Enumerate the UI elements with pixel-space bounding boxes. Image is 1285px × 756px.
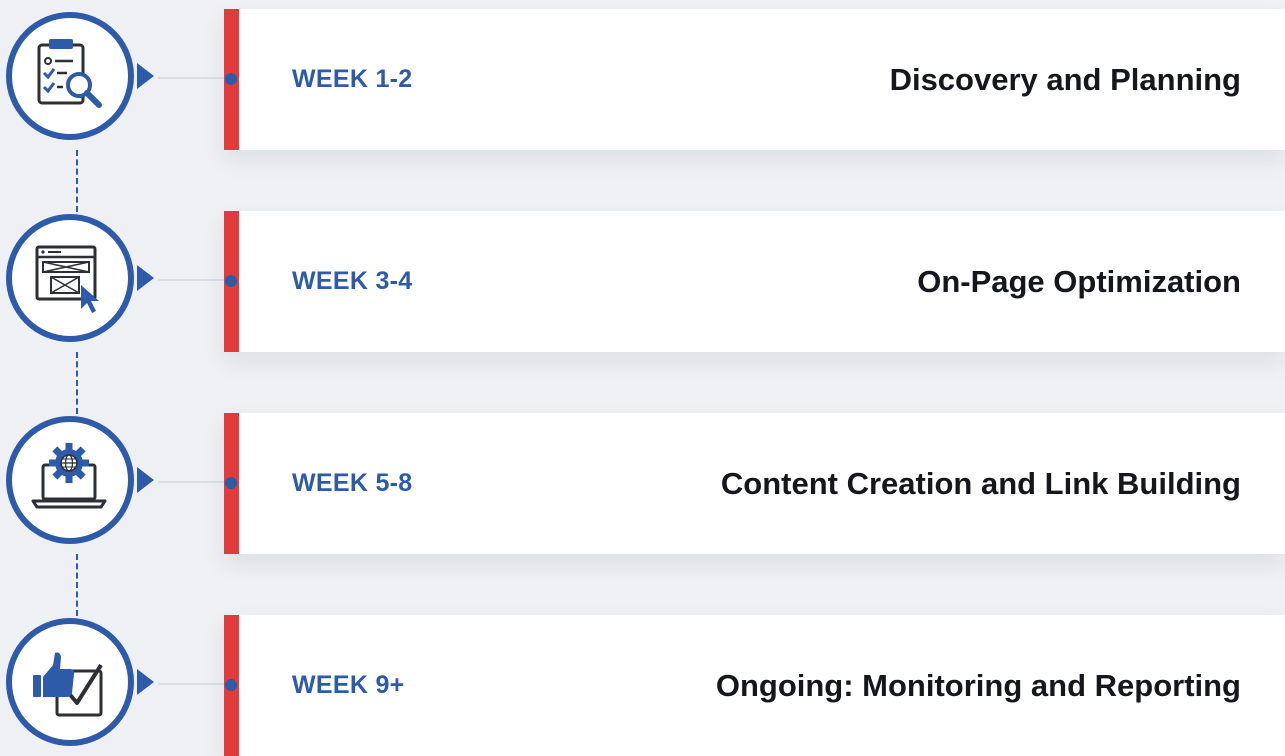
phase-title: On-Page Optimization [917,264,1241,299]
card-dot [225,73,237,85]
step-pointer [137,669,154,695]
step-icon-circle [6,12,134,140]
thumbs-up-checkbox-icon [33,652,103,717]
timeline-step-2: WEEK 3-4 On-Page Optimization [0,211,1285,352]
phase-title: Ongoing: Monitoring and Reporting [715,668,1241,703]
step-icon-circle [6,214,134,342]
step-link-line [158,683,224,685]
week-label: WEEK 1-2 [292,65,413,93]
seo-timeline: WEEK 1-2 Discovery and Planning WEEK 3-4… [0,0,1285,756]
timeline-step-4: WEEK 9+ Ongoing: Monitoring and Reportin… [0,615,1285,756]
card-dot [225,679,237,691]
webpage-cursor-icon [35,245,99,313]
step-pointer [137,63,154,89]
step-icon-circle [6,416,134,544]
phase-title: Discovery and Planning [889,62,1241,97]
clipboard-search-icon [37,39,102,108]
card-dot [225,477,237,489]
week-label: WEEK 9+ [292,671,405,699]
step-link-line [158,77,224,79]
timeline-step-3: WEEK 5-8 Content Creation and Link Build… [0,413,1285,554]
step-card: WEEK 9+ Ongoing: Monitoring and Reportin… [224,615,1285,756]
step-card: WEEK 1-2 Discovery and Planning [224,9,1285,150]
timeline-connector [76,150,78,212]
laptop-gear-globe-icon [31,443,107,509]
step-icon-circle [6,618,134,746]
step-pointer [137,265,154,291]
timeline-connector [76,352,78,414]
step-link-line [158,481,224,483]
step-pointer [137,467,154,493]
card-dot [225,275,237,287]
step-card: WEEK 5-8 Content Creation and Link Build… [224,413,1285,554]
phase-title: Content Creation and Link Building [720,466,1241,501]
week-label: WEEK 5-8 [292,469,413,497]
timeline-step-1: WEEK 1-2 Discovery and Planning [0,9,1285,150]
step-link-line [158,279,224,281]
step-card: WEEK 3-4 On-Page Optimization [224,211,1285,352]
timeline-connector [76,554,78,616]
week-label: WEEK 3-4 [292,267,413,295]
